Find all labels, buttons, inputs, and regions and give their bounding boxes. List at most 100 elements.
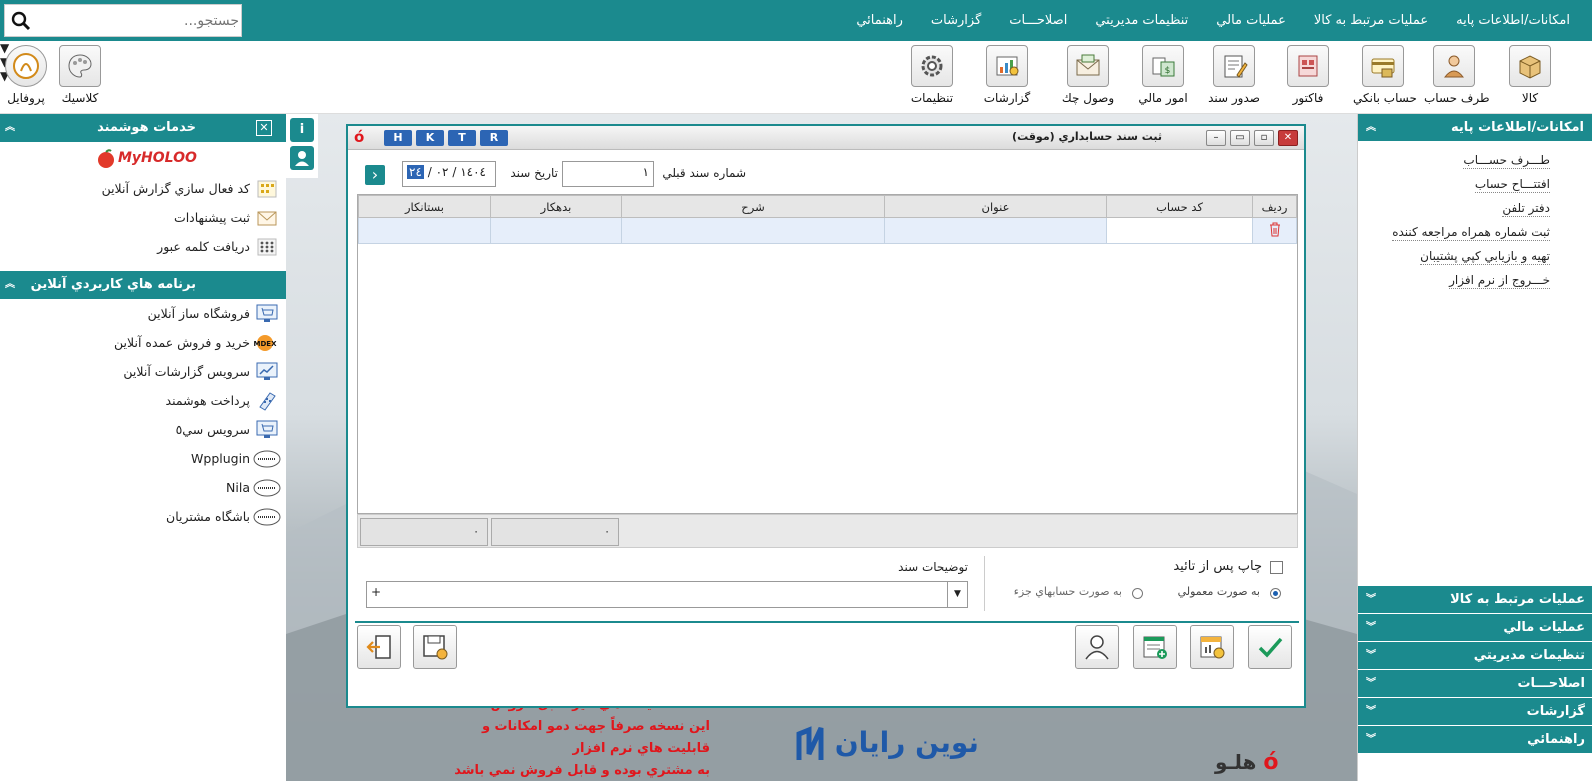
confirm-button[interactable] — [1248, 625, 1292, 669]
collapse-icon[interactable]: ︽ — [1366, 114, 1376, 142]
expand-icon[interactable]: ︾ — [1366, 614, 1376, 642]
radio-partial[interactable] — [1132, 588, 1143, 599]
right-item-visitor-mobile[interactable]: ثبت شماره همراه مراجعه كننده — [1358, 220, 1592, 244]
list-item-wpplugin[interactable]: Wpplugin — [0, 444, 286, 473]
list-item-online-store[interactable]: فروشگاه ساز آنلاين — [0, 299, 286, 328]
search-icon[interactable] — [11, 11, 31, 31]
debit-cell[interactable] — [490, 217, 622, 244]
search-input[interactable] — [39, 5, 239, 36]
hotkey-t-button[interactable]: T — [448, 130, 476, 146]
print-after-confirm-checkbox[interactable] — [1270, 561, 1283, 574]
col-account-code[interactable]: كد حساب — [1106, 195, 1253, 218]
toolbar-settings-button[interactable]: تنظيمات — [902, 45, 962, 105]
right-item-backup[interactable]: تهيه و بازيابي كپي پشتيبان — [1358, 244, 1592, 268]
user-icon[interactable] — [290, 146, 314, 170]
hotkey-k-button[interactable]: K — [416, 130, 444, 146]
trash-icon[interactable] — [1268, 221, 1282, 237]
section-help[interactable]: راهنمائي ︾ — [1358, 726, 1592, 754]
expand-icon[interactable]: ︾ — [1366, 726, 1376, 754]
save-draft-button[interactable] — [413, 625, 457, 669]
report-money-button[interactable] — [1190, 625, 1234, 669]
prev-doc-field[interactable]: ١ — [562, 161, 654, 187]
chevron-down-icon[interactable]: ▼ — [947, 582, 967, 607]
date-day: ٢٤ — [407, 165, 424, 179]
menu-goods-ops[interactable]: عمليات مرتبط به كالا — [1300, 13, 1442, 28]
menu-help[interactable]: راهنمائي — [842, 13, 917, 28]
col-credit[interactable]: بستانكار — [358, 195, 491, 218]
toolbar-party-button[interactable]: طرف حساب — [1424, 45, 1490, 105]
menu-corrections[interactable]: اصلاحـــات — [995, 13, 1081, 28]
right-item-open-account[interactable]: افتتـــاح حساب — [1358, 172, 1592, 196]
base-info-header[interactable]: امكانات/اطلاعات پايه ︽ — [1358, 114, 1592, 142]
gear-icon — [921, 55, 943, 77]
description-combo[interactable]: + ▼ — [366, 581, 968, 608]
item-label: سرويس گزارشات آنلاين — [123, 364, 250, 379]
title-cell[interactable] — [884, 217, 1107, 244]
section-goods-ops[interactable]: عمليات مرتبط به كالا ︾ — [1358, 586, 1592, 614]
close-icon[interactable]: ✕ — [256, 120, 272, 136]
help-button[interactable]: ▫ — [1254, 130, 1274, 146]
col-row[interactable]: رديف — [1252, 195, 1297, 218]
col-title[interactable]: عنوان — [884, 195, 1107, 218]
toolbar-goods-button[interactable]: كالا — [1500, 45, 1560, 105]
expand-icon[interactable]: ︾ — [1366, 698, 1376, 726]
toolbar-invoice-button[interactable]: فاكتور — [1278, 45, 1338, 105]
toolbar-issue-document-button[interactable]: صدور سند — [1204, 45, 1264, 105]
collapse-icon[interactable]: ︽ — [5, 271, 15, 299]
list-item-get-password[interactable]: دريافت كلمه عبور — [0, 232, 286, 261]
close-button[interactable]: ✕ — [1278, 130, 1298, 146]
item-label: سرويس سي٥ — [175, 422, 250, 437]
list-item-c5-service[interactable]: سرويس سي٥ — [0, 415, 286, 444]
list-item-suggestions[interactable]: ثبت پيشنهادات — [0, 203, 286, 232]
restore-button[interactable]: ▭ — [1230, 130, 1250, 146]
online-apps-header[interactable]: برنامه هاي كاربردي آنلاين ︽ — [0, 271, 286, 299]
right-item-phonebook[interactable]: دفتر تلفن — [1358, 196, 1592, 220]
list-item-customer-club[interactable]: باشگاه مشتريان — [0, 502, 286, 531]
party-button[interactable] — [1075, 625, 1119, 669]
right-item-exit[interactable]: خـــروج از نرم افزار — [1358, 268, 1592, 292]
hotkey-h-button[interactable]: H — [384, 130, 412, 146]
main-menu: امكانات/اطلاعات پايه عمليات مرتبط به كال… — [842, 0, 1584, 41]
minimize-button[interactable]: – — [1206, 130, 1226, 146]
info-icon[interactable]: i — [290, 118, 314, 142]
list-item-report-activation[interactable]: كد فعال سازي گزارش آنلاين — [0, 174, 286, 203]
toolbar-check-receipt-button[interactable]: وصول چك — [1058, 45, 1118, 105]
hotkey-r-button[interactable]: R — [480, 130, 508, 146]
description-cell[interactable] — [621, 217, 885, 244]
section-corrections[interactable]: اصلاحـــات ︾ — [1358, 670, 1592, 698]
date-field[interactable]: ١٤٠٤ / ٠٢ / ٢٤ — [402, 161, 496, 187]
credit-cell[interactable] — [358, 217, 491, 244]
menu-financial-ops[interactable]: عمليات مالي — [1202, 13, 1300, 28]
smart-services-header[interactable]: خدمات هوشمند ✕ ︽ — [0, 114, 286, 142]
section-management-settings[interactable]: تنظيمات مديريتي ︾ — [1358, 642, 1592, 670]
menu-management-settings[interactable]: تنظيمات مديريتي — [1081, 13, 1202, 28]
list-item-online-reports[interactable]: سرويس گزارشات آنلاين — [0, 357, 286, 386]
row-cell[interactable] — [1252, 217, 1297, 244]
right-item-party[interactable]: طـــرف حســـاب — [1358, 148, 1592, 172]
toolbar-financial-affairs-button[interactable]: $ امور مالي — [1133, 45, 1193, 105]
list-item-wholesale[interactable]: MDEX خريد و فروش عمده آنلاين — [0, 328, 286, 357]
section-reports[interactable]: گزارشات ︾ — [1358, 698, 1592, 726]
dialog-titlebar: ó H K T R ثبت سند حسابداري (موقت) – ▭ ▫ … — [348, 126, 1304, 150]
list-item-nila[interactable]: Nila — [0, 473, 286, 502]
next-date-button[interactable]: › — [365, 165, 385, 185]
toolbar-reports-button[interactable]: گزارشات — [977, 45, 1037, 105]
toolbar-bank-account-button[interactable]: حساب بانكي — [1353, 45, 1417, 105]
toolbar-profile-button[interactable]: پروفايل — [0, 45, 56, 105]
collapse-icon[interactable]: ︽ — [5, 114, 15, 142]
table-row[interactable] — [358, 217, 1297, 244]
toolbar-classic-button[interactable]: كلاسيك — [50, 45, 110, 105]
exit-button[interactable] — [357, 625, 401, 669]
col-description[interactable]: شرح — [621, 195, 885, 218]
expand-icon[interactable]: ︾ — [1366, 670, 1376, 698]
account-code-cell[interactable] — [1106, 217, 1253, 244]
radio-normal[interactable] — [1270, 588, 1281, 599]
col-debit[interactable]: بدهكار — [490, 195, 622, 218]
menu-base-info[interactable]: امكانات/اطلاعات پايه — [1442, 13, 1584, 28]
section-financial-ops[interactable]: عمليات مالي ︾ — [1358, 614, 1592, 642]
list-item-smart-payment[interactable]: پرداخت هوشمند — [0, 386, 286, 415]
expand-icon[interactable]: ︾ — [1366, 586, 1376, 614]
menu-reports[interactable]: گزارشات — [917, 13, 995, 28]
expand-icon[interactable]: ︾ — [1366, 642, 1376, 670]
add-row-button[interactable] — [1133, 625, 1177, 669]
